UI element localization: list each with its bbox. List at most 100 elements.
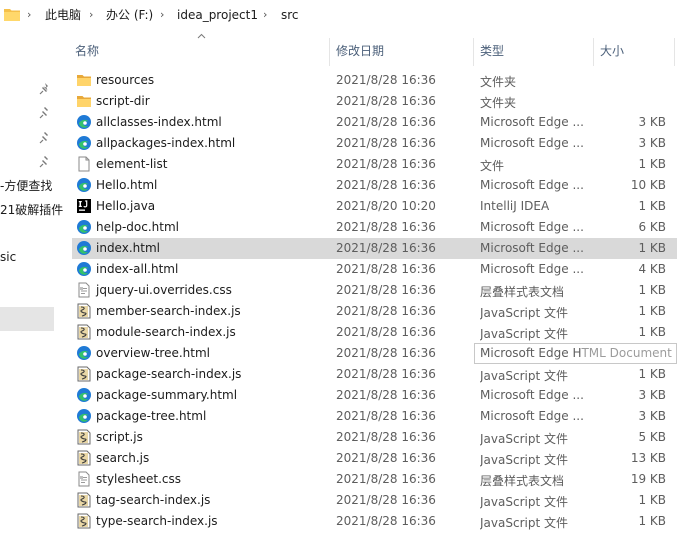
file-name: Hello.java [96, 199, 156, 213]
js-icon [76, 492, 92, 508]
file-type: 层叠样式表文档 [480, 474, 565, 488]
breadcrumb-drive[interactable]: 办公 (F:) [106, 7, 153, 23]
sort-ascending-icon [197, 33, 206, 39]
file-size: 10 KB [630, 178, 666, 192]
file-date: 2021/8/28 16:36 [336, 262, 436, 276]
file-row[interactable]: script.js 2021/8/28 16:36 JavaScript 文件 5 K… [72, 427, 677, 448]
file-size: 1 KB [638, 304, 666, 318]
file-date: 2021/8/28 16:36 [336, 178, 436, 192]
pin-icon[interactable] [38, 82, 52, 96]
address-bar[interactable]: › 此电脑 › 办公 (F:) › idea_project1 › src [0, 0, 677, 31]
file-row[interactable]: Hello.html 2021/8/28 16:36 Microsoft Edge … [72, 175, 677, 196]
file-size: 5 KB [638, 430, 666, 444]
file-row[interactable]: resources 2021/8/28 16:36 文件夹 [72, 70, 677, 91]
edge-icon [76, 387, 92, 403]
file-name: index.html [96, 241, 160, 255]
file-type: 文件夹 [480, 96, 517, 110]
file-name: script.js [96, 430, 143, 444]
nav-item-label[interactable]: sic [0, 250, 16, 264]
file-row[interactable]: Hello.java 2021/8/20 10:20 IntelliJ IDEA 1 … [72, 196, 677, 217]
file-type: JavaScript 文件 [480, 453, 568, 467]
file-row[interactable]: help-doc.html 2021/8/28 16:36 Microsoft Ed… [72, 217, 677, 238]
breadcrumb-separator: › [27, 8, 32, 21]
folder-icon [4, 9, 20, 21]
file-row[interactable]: index.html 2021/8/28 16:36 Microsoft Edge … [72, 238, 677, 259]
breadcrumb-this-pc[interactable]: 此电脑 [45, 7, 81, 23]
js-icon [76, 450, 92, 466]
css-icon [76, 282, 92, 298]
column-header-type[interactable]: 类型 [480, 42, 504, 59]
file-type: 文件 [480, 159, 505, 173]
nav-item-label[interactable]: -方便查找 [0, 177, 52, 194]
file-row[interactable]: element-list 2021/8/28 16:36 文件 1 KB [72, 154, 677, 175]
file-row[interactable]: allpackages-index.html 2021/8/28 16:36 Mic… [72, 133, 677, 154]
file-date: 2021/8/28 16:36 [336, 157, 436, 171]
file-row[interactable]: allclasses-index.html 2021/8/28 16:36 Micr… [72, 112, 677, 133]
file-date: 2021/8/28 16:36 [336, 115, 436, 129]
file-name: stylesheet.css [96, 472, 182, 486]
file-date: 2021/8/28 16:36 [336, 136, 436, 150]
file-type: Microsoft Edge ... [480, 388, 584, 402]
file-date: 2021/8/28 16:36 [336, 451, 436, 465]
column-divider[interactable] [329, 38, 330, 66]
intellij-icon [76, 198, 92, 214]
file-type: 文件夹 [480, 75, 517, 89]
file-row[interactable]: search.js 2021/8/28 16:36 JavaScript 文件 13 … [72, 448, 677, 469]
column-header-date[interactable]: 修改日期 [336, 42, 384, 59]
column-divider[interactable] [674, 38, 675, 66]
navigation-pane[interactable]: -方便查找 21破解插件 sic [0, 30, 63, 537]
file-row[interactable]: package-summary.html 2021/8/28 16:36 Micro… [72, 385, 677, 406]
column-header-name[interactable]: 名称 [75, 42, 99, 59]
file-date: 2021/8/28 16:36 [336, 94, 436, 108]
file-row[interactable]: jquery-ui.overrides.css 2021/8/28 16:36 层叠… [72, 280, 677, 301]
column-header-size[interactable]: 大小 [600, 42, 624, 59]
file-date: 2021/8/28 16:36 [336, 73, 436, 87]
file-date: 2021/8/28 16:36 [336, 409, 436, 423]
column-divider[interactable] [473, 38, 474, 66]
file-row[interactable]: script-dir 2021/8/28 16:36 文件夹 [72, 91, 677, 112]
file-row[interactable]: package-search-index.js 2021/8/28 16:36 Ja… [72, 364, 677, 385]
file-name: index-all.html [96, 262, 179, 276]
file-name: module-search-index.js [96, 325, 236, 339]
file-type: JavaScript 文件 [480, 432, 568, 446]
file-row[interactable]: stylesheet.css 2021/8/28 16:36 层叠样式表文档 19 K… [72, 469, 677, 490]
nav-selected-item[interactable] [0, 307, 54, 331]
edge-icon [76, 240, 92, 256]
js-icon [76, 366, 92, 382]
file-type: 层叠样式表文档 [480, 285, 565, 299]
file-size: 1 KB [638, 241, 666, 255]
file-row[interactable]: tag-search-index.js 2021/8/28 16:36 JavaSc… [72, 490, 677, 511]
type-tooltip: Microsoft Edge HTML Document [474, 343, 677, 364]
nav-item-label[interactable]: 21破解插件 [0, 201, 63, 218]
column-divider[interactable] [593, 38, 594, 66]
edge-icon [76, 114, 92, 130]
file-name: type-search-index.js [96, 514, 218, 528]
file-date: 2021/8/28 16:36 [336, 304, 436, 318]
file-type: JavaScript 文件 [480, 369, 568, 383]
file-row[interactable]: package-tree.html 2021/8/28 16:36 Microsof… [72, 406, 677, 427]
file-name: package-tree.html [96, 409, 207, 423]
file-row[interactable]: type-search-index.js 2021/8/28 16:36 JavaS… [72, 511, 677, 532]
pin-icon[interactable] [38, 106, 52, 120]
file-size: 19 KB [630, 472, 666, 486]
file-row[interactable]: member-search-index.js 2021/8/28 16:36 Jav… [72, 301, 677, 322]
file-type: IntelliJ IDEA [480, 199, 550, 213]
breadcrumb-separator: › [160, 8, 165, 21]
pin-icon[interactable] [38, 131, 52, 145]
file-date: 2021/8/28 16:36 [336, 367, 436, 381]
file-date: 2021/8/28 16:36 [336, 514, 436, 528]
breadcrumb-src[interactable]: src [281, 7, 299, 23]
edge-icon [76, 408, 92, 424]
file-name: package-search-index.js [96, 367, 242, 381]
pin-icon[interactable] [38, 155, 52, 169]
file-name: overview-tree.html [96, 346, 211, 360]
file-row[interactable]: index-all.html 2021/8/28 16:36 Microsoft E… [72, 259, 677, 280]
file-row[interactable]: module-search-index.js 2021/8/28 16:36 Jav… [72, 322, 677, 343]
breadcrumb-project[interactable]: idea_project1 [177, 7, 258, 23]
file-type: Microsoft Edge ... [480, 178, 584, 192]
file-name: member-search-index.js [96, 304, 241, 318]
breadcrumb-separator: › [263, 8, 268, 21]
file-name: allpackages-index.html [96, 136, 236, 150]
file-type: JavaScript 文件 [480, 516, 568, 530]
column-header-bar: 名称 修改日期 类型 大小 [58, 30, 677, 66]
